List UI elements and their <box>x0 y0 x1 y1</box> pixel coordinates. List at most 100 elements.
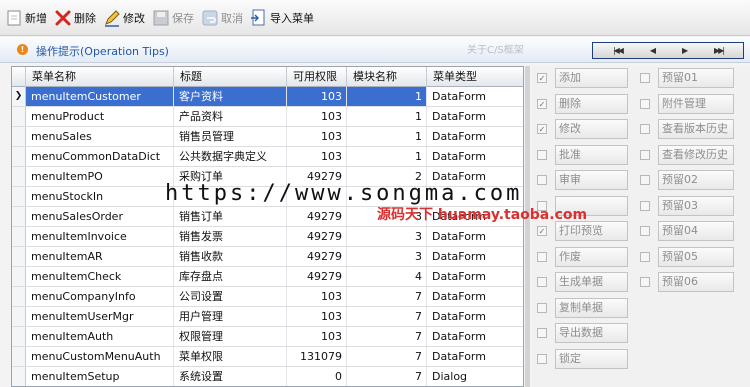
permission-checkbox[interactable] <box>537 302 547 313</box>
cell-module[interactable]: 1 <box>347 107 427 126</box>
cell-type[interactable]: DataForm <box>427 267 523 286</box>
permission-button[interactable]: 导出数据 <box>555 323 628 343</box>
cell-name[interactable]: menuItemUserMgr <box>26 307 174 326</box>
permission-button[interactable]: 预留02 <box>658 170 734 190</box>
cell-title[interactable]: 库存盘点 <box>174 267 287 286</box>
add-button[interactable]: 新增 <box>2 6 50 30</box>
cell-type[interactable]: DataForm <box>427 327 523 346</box>
permission-checkbox[interactable] <box>640 73 650 83</box>
table-row[interactable]: menuItemUserMgr 用户管理 103 7 DataForm <box>12 307 523 327</box>
table-row[interactable]: menuSales 销售员管理 103 1 DataForm <box>12 127 523 147</box>
cell-title[interactable]: 公共数据字典定义 <box>174 147 287 166</box>
permission-button[interactable]: 预留03 <box>658 195 734 216</box>
permission-button[interactable]: 锁定 <box>555 348 628 369</box>
cell-title[interactable]: 销售订单 <box>174 207 287 226</box>
cell-module[interactable]: 4 <box>347 267 427 286</box>
cell-perm[interactable]: 49279 <box>287 247 347 266</box>
table-row[interactable]: menuCustomMenuAuth 菜单权限 131079 7 DataForm <box>12 347 523 367</box>
cell-perm[interactable]: 49279 <box>287 267 347 286</box>
delete-button[interactable]: 删除 <box>51 6 99 30</box>
cell-name[interactable]: menuStockIn <box>26 187 174 206</box>
permission-checkbox[interactable]: ✓ <box>537 226 547 236</box>
cell-perm[interactable]: 103 <box>287 147 347 166</box>
table-row[interactable]: ❯ menuItemCustomer 客户资料 103 1 DataForm <box>12 87 523 107</box>
permission-button[interactable]: 查看修改历史 <box>658 144 734 165</box>
cell-type[interactable]: DataForm <box>427 107 523 126</box>
table-row[interactable]: menuItemAuth 权限管理 103 7 DataForm <box>12 327 523 347</box>
cell-module[interactable]: 7 <box>347 307 427 326</box>
cell-name[interactable]: menuItemPO <box>26 167 174 186</box>
permission-button[interactable]: 复制单据 <box>555 297 628 318</box>
cell-perm[interactable]: 103 <box>287 87 347 106</box>
cell-module[interactable]: 7 <box>347 367 427 386</box>
grid-splitter[interactable] <box>525 66 530 387</box>
cell-module[interactable]: 1 <box>347 127 427 146</box>
cell-title[interactable]: 产品资料 <box>174 107 287 126</box>
permission-checkbox[interactable]: ✓ <box>537 124 547 134</box>
cell-name[interactable]: menuProduct <box>26 107 174 126</box>
cell-name[interactable]: menuItemCustomer <box>26 87 174 106</box>
cell-perm[interactable]: 103 <box>287 107 347 126</box>
nav-last-button[interactable]: ▶▶| <box>714 46 725 55</box>
cell-perm[interactable]: 0 <box>287 367 347 386</box>
permission-button[interactable]: 预留01 <box>658 68 734 88</box>
permission-checkbox[interactable]: ✓ <box>537 98 547 109</box>
column-header[interactable]: 可用权限 <box>287 67 347 87</box>
cell-type[interactable]: Dialog <box>427 367 523 386</box>
permission-button[interactable]: 批准 <box>555 144 628 165</box>
permission-checkbox[interactable] <box>640 277 650 287</box>
cell-perm[interactable]: 49279 <box>287 227 347 246</box>
cell-perm[interactable]: 49279 <box>287 207 347 226</box>
permission-checkbox[interactable] <box>537 277 547 287</box>
cell-type[interactable]: DataForm <box>427 307 523 326</box>
cell-title[interactable]: 销售发票 <box>174 227 287 246</box>
permission-checkbox[interactable] <box>640 149 650 160</box>
table-row[interactable]: menuCommonDataDict 公共数据字典定义 103 1 DataForm <box>12 147 523 167</box>
nav-prev-button[interactable]: ◀ <box>650 46 656 55</box>
operation-tips-link[interactable]: 操作提示(Operation Tips) <box>36 43 169 59</box>
cancel-button[interactable]: 取消 <box>198 6 246 30</box>
cell-title[interactable]: 用户管理 <box>174 307 287 326</box>
permission-button[interactable]: 预留05 <box>658 246 734 267</box>
cell-title[interactable]: 客户资料 <box>174 87 287 106</box>
permission-button[interactable]: 作废 <box>555 246 628 267</box>
permission-button[interactable]: 生成单据 <box>555 272 628 292</box>
cell-module[interactable]: 1 <box>347 87 427 106</box>
cell-perm[interactable]: 103 <box>287 327 347 346</box>
edit-button[interactable]: 修改 <box>100 6 148 30</box>
nav-first-button[interactable]: |◀◀ <box>613 46 624 55</box>
table-row[interactable]: menuItemCheck 库存盘点 49279 4 DataForm <box>12 267 523 287</box>
permission-checkbox[interactable] <box>640 200 650 211</box>
permission-checkbox[interactable] <box>640 226 650 236</box>
cell-name[interactable]: menuSalesOrder <box>26 207 174 226</box>
cell-name[interactable]: menuItemAR <box>26 247 174 266</box>
permission-button[interactable]: 查看版本历史 <box>658 119 734 139</box>
column-header[interactable]: 模块名称 <box>347 67 427 87</box>
permission-checkbox[interactable] <box>640 175 650 185</box>
table-row[interactable]: menuItemSetup 系统设置 0 7 Dialog <box>12 367 523 386</box>
cell-title[interactable]: 销售收款 <box>174 247 287 266</box>
permission-checkbox[interactable] <box>537 328 547 338</box>
permission-button[interactable]: 预留06 <box>658 272 734 292</box>
cell-perm[interactable]: 103 <box>287 307 347 326</box>
column-header[interactable]: 菜单名称 <box>26 67 174 87</box>
cell-module[interactable]: 7 <box>347 287 427 306</box>
cell-title[interactable]: 权限管理 <box>174 327 287 346</box>
permission-checkbox[interactable] <box>537 175 547 185</box>
permission-button[interactable]: 审审 <box>555 170 628 190</box>
cell-name[interactable]: menuSales <box>26 127 174 146</box>
cell-perm[interactable]: 103 <box>287 127 347 146</box>
column-header[interactable]: 标题 <box>174 67 287 87</box>
cell-name[interactable]: menuItemInvoice <box>26 227 174 246</box>
cell-type[interactable]: DataForm <box>427 287 523 306</box>
cell-name[interactable]: menuCompanyInfo <box>26 287 174 306</box>
cell-title[interactable]: 销售员管理 <box>174 127 287 146</box>
cell-name[interactable]: menuItemSetup <box>26 367 174 386</box>
permission-checkbox[interactable] <box>640 124 650 134</box>
cell-title[interactable]: 系统设置 <box>174 367 287 386</box>
cell-name[interactable]: menuCustomMenuAuth <box>26 347 174 366</box>
cell-module[interactable]: 1 <box>347 147 427 166</box>
cell-module[interactable]: 7 <box>347 327 427 346</box>
permission-checkbox[interactable]: ✓ <box>537 73 547 83</box>
permission-button[interactable]: 打印预览 <box>555 221 628 241</box>
